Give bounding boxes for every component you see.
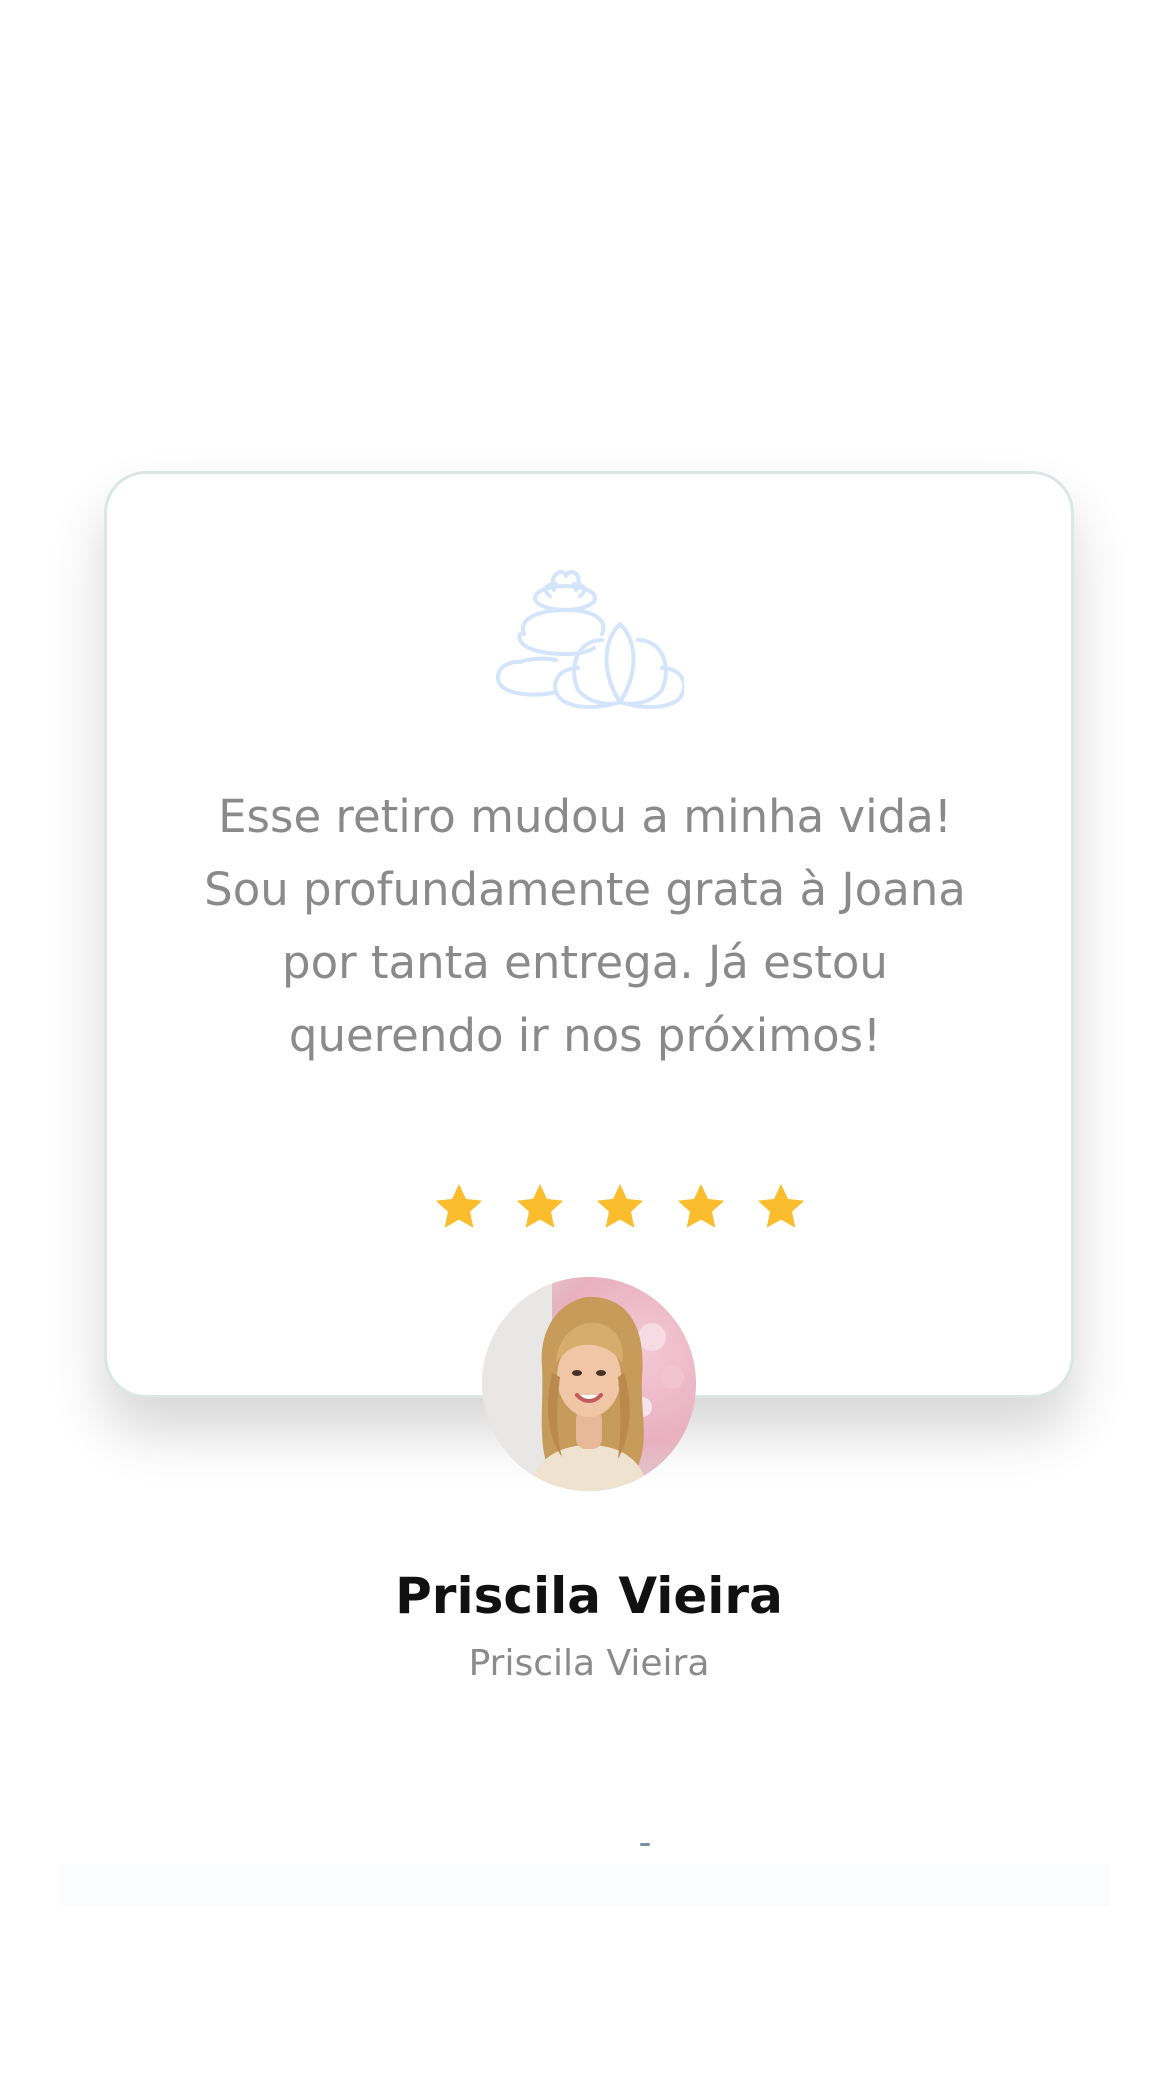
avatar-photo: [482, 1277, 696, 1491]
avatar: [482, 1277, 696, 1491]
rating-stars: [432, 1180, 808, 1234]
author-role: Priscila Vieira: [468, 1643, 710, 1684]
spa-stones-lotus-icon: [495, 570, 684, 709]
testimonial-quote: Esse retiro mudou a minha vida! Sou prof…: [204, 790, 966, 1062]
carousel-track-shadow: [60, 1864, 1110, 1906]
star-icon: [757, 1184, 805, 1228]
carousel-indicator[interactable]: [640, 1843, 650, 1846]
star-icon: [516, 1184, 563, 1228]
star-icon: [596, 1184, 644, 1228]
author-name: Priscila Vieira: [395, 1567, 783, 1625]
star-icon: [677, 1184, 724, 1228]
star-icon: [435, 1184, 483, 1228]
